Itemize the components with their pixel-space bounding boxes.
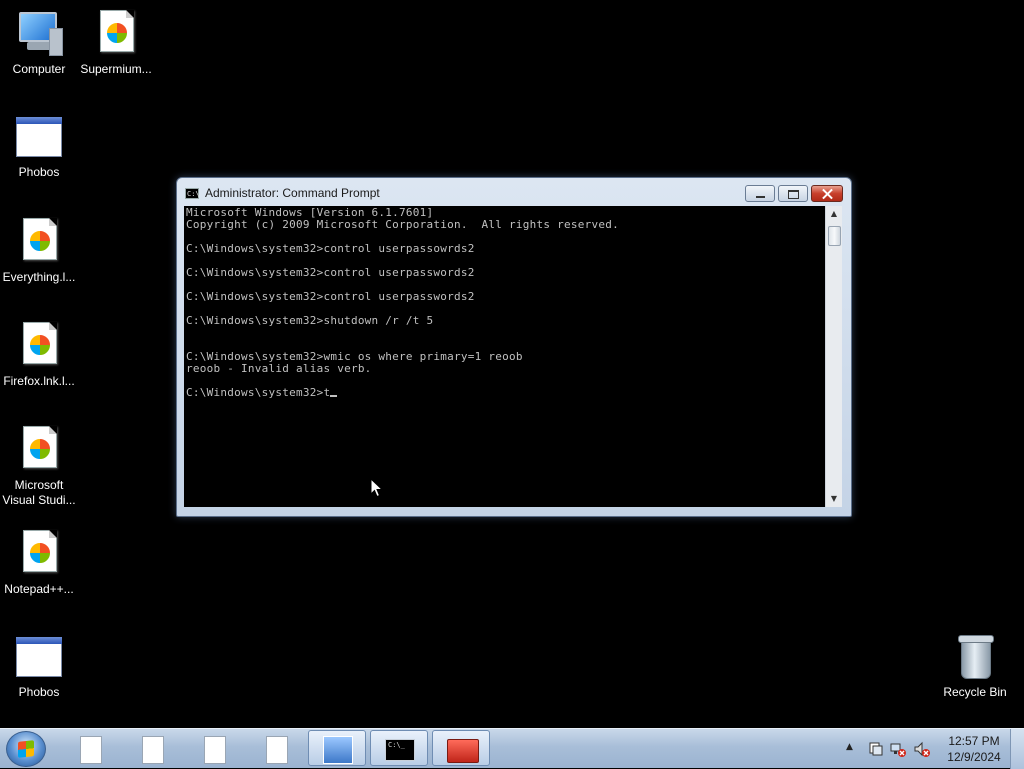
desktop-icon-everything[interactable]: Everything.l... [0, 218, 81, 285]
network-app-icon [323, 736, 353, 764]
desktop-icon-recycle-bin[interactable]: Recycle Bin [933, 633, 1017, 700]
desktop-icon-phobos[interactable]: Phobos [0, 113, 81, 180]
desktop-icon-firefox[interactable]: Firefox.lnk.l... [0, 322, 81, 389]
computer-icon [15, 10, 63, 58]
action-center-icon[interactable] [868, 741, 884, 757]
toolbox-icon [447, 739, 479, 763]
console-text: Microsoft Windows [Version 6.1.7601] Cop… [186, 206, 619, 399]
desktop-icon-label: Phobos [18, 165, 60, 179]
shortcut-file-icon [15, 530, 63, 578]
close-button[interactable] [811, 185, 843, 202]
app-window-icon [15, 633, 63, 681]
start-button[interactable] [6, 731, 46, 767]
document-icon [266, 736, 288, 764]
taskbar-item-document-2[interactable] [122, 730, 180, 766]
command-prompt-icon: C:\_ [385, 739, 415, 761]
taskbar-item-command-prompt[interactable]: C:\_ [370, 730, 428, 766]
vertical-scrollbar[interactable]: ▲ ▼ [825, 206, 842, 507]
window-title: Administrator: Command Prompt [205, 186, 380, 200]
console-output[interactable]: Microsoft Windows [Version 6.1.7601] Cop… [184, 206, 825, 507]
scroll-up-arrow-icon[interactable]: ▲ [826, 206, 842, 222]
scrollbar-thumb[interactable] [828, 226, 841, 246]
clock-date: 12/9/2024 [947, 750, 1001, 764]
desktop: Computer Supermium... Phobos Everything.… [0, 0, 1024, 728]
desktop-icon-phobos-2[interactable]: Phobos [0, 633, 81, 700]
shortcut-file-icon [92, 10, 140, 58]
shortcut-file-icon [15, 218, 63, 266]
clock-time: 12:57 PM [948, 734, 1000, 748]
mouse-pointer-icon [370, 478, 384, 498]
desktop-icon-label: Firefox.lnk.l... [3, 374, 75, 388]
shortcut-file-icon [15, 322, 63, 370]
command-prompt-window[interactable]: C:\ Administrator: Command Prompt Micros… [176, 177, 852, 517]
maximize-button[interactable] [778, 185, 808, 202]
windows-logo-icon [18, 740, 34, 758]
notification-area: ▲ 12:57 PM 12/9/2024 [842, 729, 1024, 769]
show-desktop-button[interactable] [1010, 729, 1024, 769]
document-icon [80, 736, 102, 764]
taskbar-item-toolbox[interactable] [432, 730, 490, 766]
desktop-icon-label: Computer [12, 62, 66, 76]
desktop-icon-label: Phobos [18, 685, 60, 699]
show-hidden-icons-button[interactable]: ▲ [846, 742, 853, 752]
document-icon [204, 736, 226, 764]
system-clock[interactable]: 12:57 PM 12/9/2024 [938, 733, 1010, 765]
document-icon [142, 736, 164, 764]
minimize-button[interactable] [745, 185, 775, 202]
taskbar-item-document-1[interactable] [60, 730, 118, 766]
text-cursor [330, 395, 338, 397]
window-titlebar[interactable]: C:\ Administrator: Command Prompt [185, 186, 380, 200]
desktop-icon-label: Supermium... [80, 62, 152, 76]
desktop-icon-label: Microsoft Visual Studi... [2, 478, 76, 507]
scroll-down-arrow-icon[interactable]: ▼ [826, 491, 842, 507]
desktop-icon-visual-studio[interactable]: Microsoft Visual Studi... [0, 426, 81, 508]
desktop-icon-label: Notepad++... [4, 582, 74, 596]
desktop-icon-label: Everything.l... [2, 270, 76, 284]
shortcut-file-icon [15, 426, 63, 474]
command-prompt-system-icon[interactable]: C:\ [185, 187, 200, 199]
taskbar: C:\_ ▲ 12:57 PM 12/9/2024 [0, 728, 1024, 769]
taskbar-item-document-3[interactable] [184, 730, 242, 766]
volume-muted-icon[interactable] [914, 741, 930, 757]
desktop-icon-label: Recycle Bin [943, 685, 1007, 699]
taskbar-item-network-app[interactable] [308, 730, 366, 766]
app-window-icon [15, 113, 63, 161]
desktop-icon-computer[interactable]: Computer [0, 10, 81, 77]
network-disconnected-icon[interactable] [890, 741, 906, 757]
taskbar-item-document-4[interactable] [246, 730, 304, 766]
recycle-bin-icon [951, 633, 999, 681]
desktop-icon-supermium[interactable]: Supermium... [74, 10, 158, 77]
desktop-icon-notepad-plus-plus[interactable]: Notepad++... [0, 530, 81, 597]
